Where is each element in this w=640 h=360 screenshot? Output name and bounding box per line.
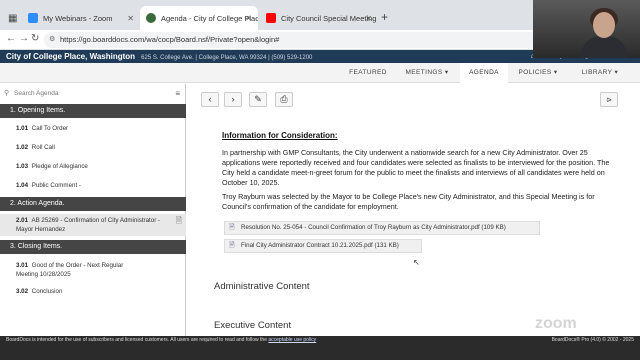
agenda-item-2-01[interactable]: 2.01 AB 25269 - Confirmation of City Adm… [0,214,186,236]
mouse-cursor-icon: ↖ [413,258,420,267]
acceptable-use-link[interactable]: acceptable use policy [268,337,316,343]
tab-title: My Webinars - Zoom [43,13,113,23]
agenda-item-3-01[interactable]: 3.01 Good of the Order - Next Regular Me… [0,261,186,279]
agenda-sidebar: ⚲ Search Agenda ≡ 1. Opening Items. 1.01… [0,84,186,336]
boarddocs-favicon-icon [146,13,156,23]
address-bar[interactable]: ⚙ https://go.boarddocs.com/wa/cocp/Board… [44,32,604,48]
file-icon: 🗎 [229,224,235,231]
info-paragraph-1: In partnership with GMP Consultants, the… [222,148,610,187]
menu-label: LIBRARY [581,69,613,76]
menu-agenda[interactable]: AGENDA [460,63,508,83]
item-number: 1.04 [16,182,29,189]
site-info-icon[interactable]: ⚙ [49,32,55,48]
pencil-icon: ✎ [254,94,262,104]
menu-featured[interactable]: FEATURED [340,63,396,83]
print-button[interactable]: ⎙ [275,92,293,107]
search-placeholder: Search Agenda [14,90,59,97]
document-icon: 🗎 [175,216,182,225]
agenda-item-1-03[interactable]: 1.03 Pledge of Allegiance [0,162,186,171]
chevron-down-icon: ▾ [614,69,619,76]
zoom-watermark: zoom [535,315,577,332]
agenda-item-1-02[interactable]: 1.02 Roll Call [0,143,186,152]
edit-button[interactable]: ✎ [249,92,267,107]
administrative-content-heading[interactable]: Administrative Content [214,281,310,292]
item-text: Public Comment - [31,182,81,189]
zoom-favicon-icon [28,13,38,23]
section-action-agenda[interactable]: 2. Action Agenda. [0,197,186,211]
city-address: 625 S. College Ave. | College Place, WA … [141,55,313,61]
close-icon[interactable]: ✕ [245,14,252,23]
chevron-down-icon: ▾ [444,69,449,76]
info-paragraph-2: Troy Rayburn was selected by the Mayor t… [222,192,595,211]
forward-icon[interactable]: → [19,33,29,44]
attachment-name: Resolution No. 25-054 - Council Confirma… [241,224,506,231]
item-text: Good of the Order - Next Regular Meeting… [16,262,124,278]
next-item-button[interactable]: › [224,92,242,107]
attachment-link[interactable]: 🗎 Resolution No. 25-054 - Council Confir… [224,221,540,235]
tab-title: City Council Special Meeting 10.21.2 [281,13,378,23]
youtube-favicon-icon [266,13,276,23]
tab-agenda[interactable]: Agenda - City of College Place, W ✕ [140,6,258,30]
item-number: 1.01 [16,125,29,132]
menu-label: POLICIES [518,69,552,76]
url-text: https://go.boarddocs.com/wa/cocp/Board.n… [60,35,280,44]
info-heading: Information for Consideration: [222,131,338,140]
menu-library[interactable]: LIBRARY ▾ [570,63,630,83]
hamburger-menu-icon[interactable]: ≡ [175,88,180,100]
item-number: 2.01 [16,217,29,224]
share-icon: ⪧ [606,94,612,104]
footer-text: BoardDocs is intended for the use of sub… [6,337,267,343]
tab-zoom-webinars[interactable]: My Webinars - Zoom ✕ [22,6,140,30]
tab-youtube-meeting[interactable]: City Council Special Meeting 10.21.2 ✕ [260,6,378,30]
agenda-item-1-01[interactable]: 1.01 Call To Order [0,124,186,133]
agenda-item-3-02[interactable]: 3.02 Conclusion [0,287,186,296]
city-name: City of College Place, Washington [6,52,136,61]
previous-item-button[interactable]: ‹ [201,92,219,107]
close-icon[interactable]: ✕ [127,14,134,23]
main-menu: FEATURED MEETINGS ▾ AGENDA POLICIES ▾ LI… [0,63,640,83]
person-head [593,12,615,38]
item-content: Information for Consideration: In partne… [187,114,630,336]
menu-policies[interactable]: POLICIES ▾ [508,63,568,83]
chevron-left-icon: ‹ [208,94,212,104]
section-opening-items[interactable]: 1. Opening Items. [0,104,186,118]
tab-overview-icon[interactable]: ▦ [2,6,22,30]
webcam-video [533,0,640,58]
footer-copyright: BoardDocs® Pro (4.0) © 2002 - 2025 [551,337,634,343]
chevron-down-icon: ▾ [553,69,558,76]
printer-icon: ⎙ [280,94,288,104]
item-toolbar: ‹ › ✎ ⎙ ⪧ [187,84,640,114]
share-button[interactable]: ⪧ [600,92,618,107]
item-text: Roll Call [31,144,55,151]
back-icon[interactable]: ← [6,33,16,44]
attachment-name: Final City Administrator Contract 10.21.… [241,242,399,249]
new-tab-button[interactable]: + [381,10,388,24]
item-number: 1.02 [16,144,29,151]
close-icon[interactable]: ✕ [365,14,372,23]
item-text: AB 25269 - Confirmation of City Administ… [16,217,161,233]
item-number: 3.02 [16,288,29,295]
section-closing-items[interactable]: 3. Closing Items. [0,240,186,254]
search-icon: ⚲ [4,90,10,97]
item-number: 3.01 [16,262,29,269]
chevron-right-icon: › [231,94,235,104]
page-footer: BoardDocs is intended for the use of sub… [0,336,640,360]
tab-title: Agenda - City of College Place, W [161,13,258,23]
item-number: 1.03 [16,163,29,170]
reload-icon[interactable]: ↻ [31,33,39,44]
item-text: Conclusion [31,288,63,295]
item-text: Pledge of Allegiance [31,163,88,170]
agenda-item-1-04[interactable]: 1.04 Public Comment - [0,181,186,190]
executive-content-heading[interactable]: Executive Content [214,320,291,331]
file-icon: 🗎 [229,242,235,249]
menu-label: MEETINGS [405,69,443,76]
attachment-link[interactable]: 🗎 Final City Administrator Contract 10.2… [224,239,422,253]
menu-meetings[interactable]: MEETINGS ▾ [396,63,458,83]
search-agenda-input[interactable]: ⚲ Search Agenda ≡ [4,88,182,100]
item-text: Call To Order [31,125,69,132]
